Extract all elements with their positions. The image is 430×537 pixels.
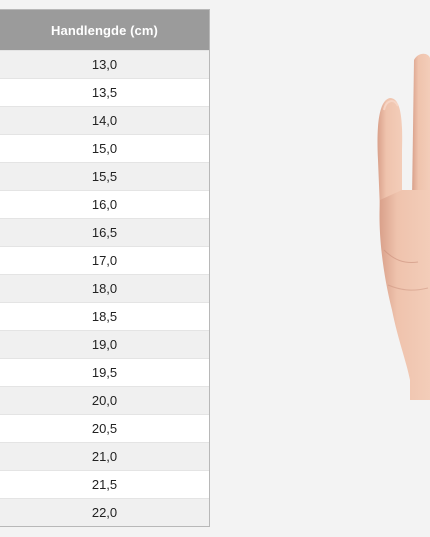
table-header: Handlengde (cm) [0,10,209,50]
hand-photo [377,53,430,400]
table-row: 18,0 [0,274,209,302]
table-row: 18,5 [0,302,209,330]
hand-length-value: 19,5 [91,365,118,380]
hand-length-value: 13,5 [91,85,118,100]
hand-length-value: 13,0 [91,57,118,72]
hand-length-value: 17,0 [91,253,118,268]
table-row: 15,0 [0,134,209,162]
table-row: 13,5 [0,78,209,106]
table-row: 19,5 [0,358,209,386]
hand-length-value: 18,5 [91,309,118,324]
hand-length-value: 21,0 [91,449,118,464]
table-row: 16,0 [0,190,209,218]
table-row: 20,5 [0,414,209,442]
table-row: 14,0 [0,106,209,134]
table-row: 13,0 [0,50,209,78]
hand-length-value: 16,0 [91,197,118,212]
hand-length-value: 16,5 [91,225,118,240]
table-row: 15,5 [0,162,209,190]
table-row: 21,5 [0,470,209,498]
table-row: 22,0 [0,498,209,526]
hand-length-value: 18,0 [91,281,118,296]
hand-length-value: 15,5 [91,169,118,184]
table-row: 16,5 [0,218,209,246]
table-body: 13,0 13,5 14,0 15,0 15,5 16,0 16,5 17,0 18,0 18,5… [0,50,209,526]
hand-length-table: Handlengde (cm) 13,0 13,5 14,0 15,0 15,5 16,0… [0,9,210,527]
table-row: 21,0 [0,442,209,470]
table-row: 19,0 [0,330,209,358]
hand-length-value: 14,0 [91,113,118,128]
hand-length-value: 22,0 [91,505,118,520]
size-guide-page: Handlengde (cm) 13,0 13,5 14,0 15,0 15,5 16,0… [0,0,430,537]
hand-length-value: 15,0 [91,141,118,156]
hand-length-value: 20,0 [91,393,118,408]
hand-length-value: 19,0 [91,337,118,352]
table-row: 17,0 [0,246,209,274]
hand-length-value: 21,5 [91,477,118,492]
table-row: 20,0 [0,386,209,414]
header-hand-length: Handlengde (cm) [51,22,158,38]
hand-length-value: 20,5 [91,421,118,436]
